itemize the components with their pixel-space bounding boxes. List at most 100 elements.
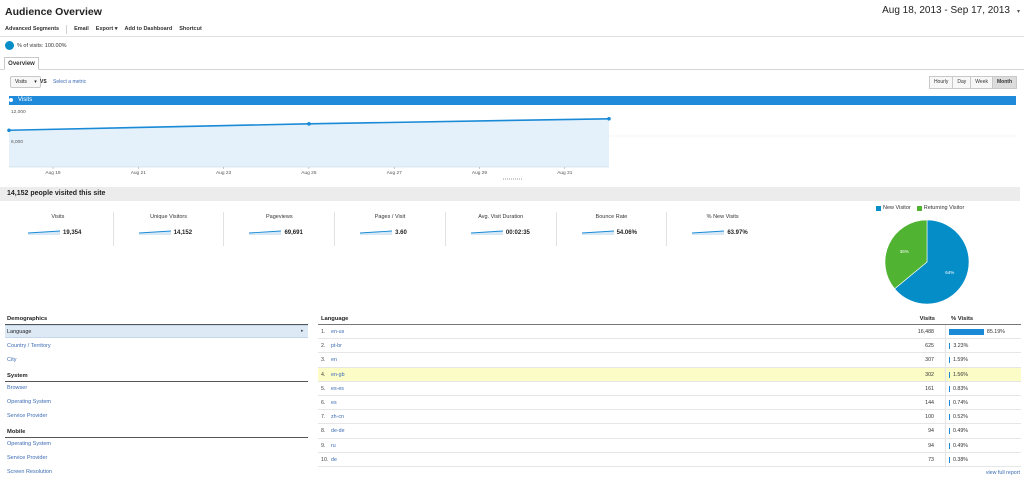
advanced-segments-button[interactable]: Advanced Segments	[5, 26, 59, 32]
column-header-pct-visits[interactable]: % Visits	[951, 316, 973, 322]
x-tick-label: Aug 19	[45, 170, 61, 176]
language-link[interactable]: de	[331, 457, 337, 463]
chart-legend-label: Visits	[18, 97, 33, 103]
nav-item-browser[interactable]: Browser	[7, 385, 27, 391]
segment-indicator[interactable]: % of visits: 100.00%	[5, 41, 67, 50]
metric-value: 63.97%	[727, 230, 748, 236]
column-divider	[945, 367, 946, 381]
metric-unique-visitors[interactable]: Unique Visitors 14,152	[114, 212, 225, 246]
visits-value: 302	[925, 371, 934, 378]
summary-title: 14,152 people visited this site	[7, 190, 106, 197]
email-button[interactable]: Email	[74, 26, 89, 32]
language-link[interactable]: ru	[331, 443, 336, 449]
nav-item-operating-system[interactable]: Operating System	[7, 399, 51, 405]
language-link[interactable]: zh-cn	[331, 414, 344, 420]
table-row[interactable]: 7. zh-cn 100 0.52%	[318, 410, 1021, 425]
metric-pages-per-visit[interactable]: Pages / Visit 3.60	[335, 212, 446, 246]
metric-label: Pages / Visit	[374, 214, 406, 220]
nav-item-language[interactable]	[5, 325, 308, 338]
metric-value: 14,152	[173, 230, 193, 236]
table-header: Language Visits % Visits	[318, 314, 1021, 325]
metric-new-visits[interactable]: % New Visits 63.97%	[667, 212, 778, 246]
metric-value: 69,691	[284, 230, 303, 236]
column-divider	[945, 395, 946, 410]
select-metric-link[interactable]: Select a metric	[53, 79, 86, 85]
chevron-down-icon[interactable]: ▾	[1017, 8, 1020, 15]
table-row[interactable]: 2. pt-br 625 3.23%	[318, 339, 1021, 354]
language-link[interactable]: en-gb	[331, 372, 345, 378]
x-tick-label: Aug 29	[472, 170, 488, 176]
x-tick-label: Aug 23	[216, 170, 232, 176]
share-bar	[949, 428, 950, 435]
table-row[interactable]: 4. en-gb 302 1.56%	[318, 367, 1021, 382]
column-divider	[945, 325, 946, 339]
sparkline	[581, 230, 614, 235]
metrics-row: Visits 19,354 Unique Visitors 14,152 Pag…	[3, 212, 778, 246]
language-table: Language Visits % Visits 1. en-us 16,488 85…	[318, 314, 1021, 467]
period-month-button[interactable]: Month	[992, 76, 1017, 89]
share-bar	[949, 456, 950, 463]
table-row[interactable]: 1. en-us 16,488 85.19%	[318, 325, 1021, 340]
table-row[interactable]: 10. de 73 0.38%	[318, 452, 1021, 467]
date-range-selector[interactable]: Aug 18, 2013 - Sep 17, 2013	[882, 5, 1010, 16]
share-bar	[949, 399, 950, 406]
table-row[interactable]: 5. es-es 161 0.83%	[318, 381, 1021, 396]
column-divider	[945, 353, 946, 367]
table-row[interactable]: 9. ru 94 0.49%	[318, 438, 1021, 453]
shortcut-button[interactable]: Shortcut	[179, 26, 202, 32]
language-link[interactable]: es-es	[331, 386, 344, 392]
metric-pageviews[interactable]: Pageviews 69,691	[224, 212, 336, 246]
metric-visits[interactable]: Visits 19,354	[3, 212, 114, 246]
period-hourly-button[interactable]: Hourly	[928, 76, 954, 89]
chevron-down-icon: ▾	[34, 79, 37, 85]
sparkline	[360, 230, 393, 235]
language-link[interactable]: en-us	[331, 329, 344, 335]
visits-value: 16,488	[917, 329, 934, 335]
nav-item-mobile-operating-system[interactable]: Operating System	[7, 441, 51, 447]
view-full-report-link[interactable]: view full report	[986, 470, 1020, 476]
tab-overview[interactable]: Overview	[4, 57, 39, 70]
period-day-button[interactable]: Day	[952, 76, 972, 89]
nav-item-country[interactable]: Country / Territory	[7, 343, 51, 349]
language-link[interactable]: pt-br	[331, 343, 342, 349]
legend-returning-visitor[interactable]: Returning Visitor	[916, 205, 965, 211]
share-bar	[949, 385, 950, 392]
metric-dropdown[interactable]: Visits ▾	[10, 76, 41, 88]
nav-item-language-label[interactable]: Language	[7, 329, 31, 335]
row-index: 8.	[321, 428, 326, 435]
nav-item-mobile-service-provider[interactable]: Service Provider	[7, 455, 47, 461]
language-link[interactable]: de-de	[331, 428, 345, 434]
nav-item-service-provider[interactable]: Service Provider	[7, 413, 47, 419]
column-divider	[945, 381, 946, 395]
visits-value: 625	[925, 343, 934, 350]
metric-avg-visit-duration[interactable]: Avg. Visit Duration 00:02:35	[446, 212, 557, 246]
table-row[interactable]: 8. de-de 94 0.49%	[318, 424, 1021, 439]
column-header-visits[interactable]: Visits	[920, 316, 935, 322]
row-index: 3.	[321, 357, 326, 364]
visits-value: 100	[925, 414, 934, 421]
table-row[interactable]: 6. es 144 0.74%	[318, 395, 1021, 411]
legend-label: Returning Visitor	[923, 205, 965, 211]
visits-value: 73	[928, 456, 934, 463]
x-tick-label: Aug 27	[387, 170, 403, 176]
column-header-language[interactable]: Language	[321, 316, 348, 322]
add-to-dashboard-button[interactable]: Add to Dashboard	[125, 26, 173, 32]
language-link[interactable]: es	[331, 400, 337, 406]
table-row[interactable]: 3. en 307 1.59%	[318, 353, 1021, 368]
metric-bounce-rate[interactable]: Bounce Rate 54.06%	[557, 212, 668, 246]
pct-visits-value: 85.19%	[986, 329, 1005, 335]
pie-slice-label: 64%	[945, 270, 954, 275]
metric-label: Bounce Rate	[595, 214, 628, 220]
sparkline	[138, 230, 171, 235]
x-tick-label: Aug 25	[301, 170, 317, 176]
metric-dropdown-value: Visits	[15, 79, 27, 85]
pie-legend: New Visitor Returning Visitor	[876, 205, 970, 211]
nav-item-screen-resolution[interactable]: Screen Resolution	[7, 469, 52, 475]
row-index: 1.	[321, 329, 326, 335]
language-link[interactable]: en	[331, 357, 337, 363]
export-button[interactable]: Export ▾	[96, 26, 118, 32]
legend-new-visitor[interactable]: New Visitor	[876, 205, 911, 211]
pct-visits-value: 3.23%	[953, 343, 969, 350]
period-week-button[interactable]: Week	[970, 76, 993, 89]
nav-item-city[interactable]: City	[7, 357, 16, 363]
